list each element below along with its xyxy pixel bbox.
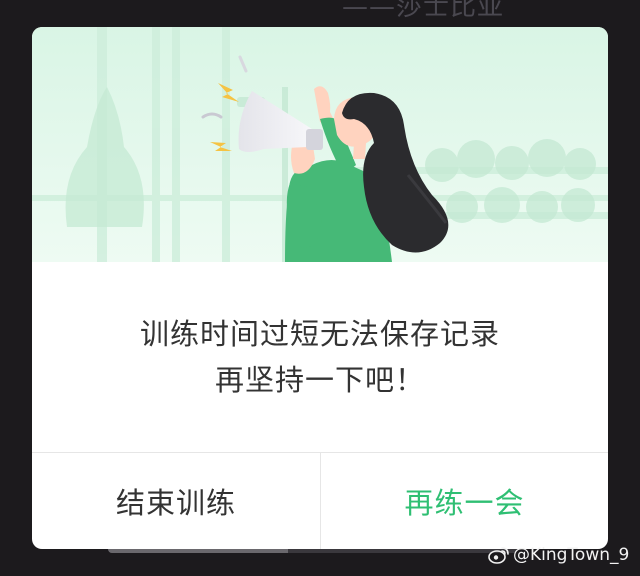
weibo-icon xyxy=(488,545,510,565)
message-line-2: 再坚持一下吧！ xyxy=(214,363,425,397)
illustration xyxy=(32,27,608,262)
message-line-1: 训练时间过短无法保存记录 xyxy=(139,317,500,351)
continue-training-button[interactable]: 再练一会 xyxy=(321,453,608,549)
dialog-message: 训练时间过短无法保存记录 再坚持一下吧！ xyxy=(32,311,608,403)
end-training-button[interactable]: 结束训练 xyxy=(32,453,320,549)
watermark-text: @KingTown_9 xyxy=(513,545,630,565)
woman-with-megaphone-illustration xyxy=(32,27,608,262)
short-workout-dialog: 训练时间过短无法保存记录 再坚持一下吧！ 结束训练 再练一会 xyxy=(32,27,608,549)
weibo-watermark: @KingTown_9 xyxy=(488,545,629,565)
background-quote-attribution: ——莎士比亚 xyxy=(342,0,505,22)
